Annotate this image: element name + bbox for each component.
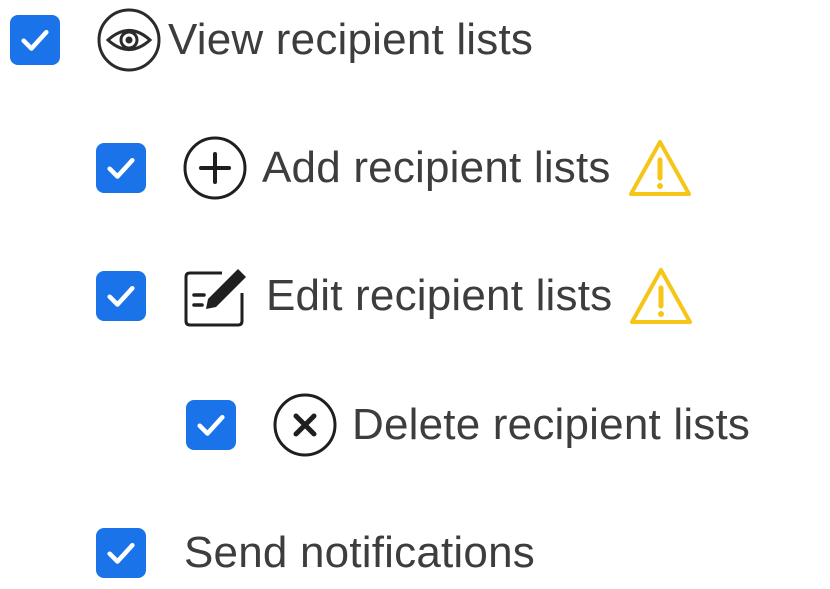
permission-row-delete[interactable]: Delete recipient lists [186, 389, 750, 461]
delete-label: Delete recipient lists [352, 400, 751, 449]
checkmark-icon [21, 29, 49, 51]
eye-icon [96, 7, 162, 73]
send-label: Send notifications [184, 528, 535, 577]
x-circle-icon [272, 392, 338, 458]
permission-row-view[interactable]: View recipient lists [10, 4, 533, 76]
checkmark-icon [197, 414, 225, 436]
checkmark-icon [107, 157, 135, 179]
permission-row-add[interactable]: Add recipient lists [96, 132, 693, 204]
add-checkbox[interactable] [96, 143, 146, 193]
send-checkbox[interactable] [96, 528, 146, 578]
warning-icon [628, 266, 694, 326]
view-label: View recipient lists [168, 15, 534, 64]
checkmark-icon [107, 542, 135, 564]
permission-row-send[interactable]: Send notifications [96, 517, 535, 589]
plus-circle-icon [182, 135, 248, 201]
permission-row-edit[interactable]: Edit recipient lists [96, 260, 694, 332]
add-label: Add recipient lists [262, 143, 611, 192]
warning-icon [627, 138, 693, 198]
checkmark-icon [107, 285, 135, 307]
edit-icon [182, 263, 252, 329]
edit-checkbox[interactable] [96, 271, 146, 321]
delete-checkbox[interactable] [186, 400, 236, 450]
view-checkbox[interactable] [10, 15, 60, 65]
edit-label: Edit recipient lists [266, 271, 613, 320]
